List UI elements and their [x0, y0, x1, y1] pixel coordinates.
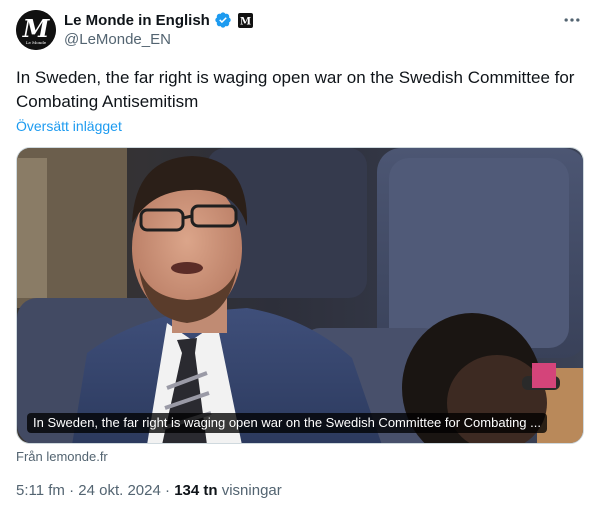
tweet-text: In Sweden, the far right is waging open …: [16, 68, 575, 111]
more-options-button[interactable]: [560, 8, 584, 32]
meta-separator: ·: [69, 482, 75, 499]
tweet-date[interactable]: 24 okt. 2024: [78, 482, 161, 499]
tweet-meta: 5:11 fm · 24 okt. 2024 · 134 tn visninga…: [16, 482, 282, 499]
card-caption: In Sweden, the far right is waging open …: [27, 413, 547, 433]
views-count: 134 tn: [174, 482, 218, 499]
avatar-letter: M: [22, 14, 51, 43]
svg-text:M: M: [240, 16, 251, 26]
verified-badge-icon[interactable]: [214, 11, 232, 29]
tweet-time[interactable]: 5:11 fm: [16, 482, 65, 499]
tweet: M Le Monde Le Monde in English M @LeMond…: [0, 0, 600, 506]
translate-post-link[interactable]: Översätt inlägget: [16, 118, 122, 134]
author-handle[interactable]: @LeMonde_EN: [64, 31, 171, 48]
article-photo: [17, 148, 583, 443]
le-monde-logo-icon: M Le Monde: [16, 10, 56, 50]
meta-separator: ·: [165, 482, 171, 499]
author-display-name[interactable]: Le Monde in English: [64, 12, 210, 29]
le-monde-affiliate-badge-icon[interactable]: M: [237, 12, 253, 28]
views-label: visningar: [221, 482, 282, 499]
avatar-caption: Le Monde: [26, 40, 47, 45]
card-source-link[interactable]: Från lemonde.fr: [16, 449, 108, 464]
avatar[interactable]: M Le Monde: [16, 10, 56, 50]
author-name-row: Le Monde in English M: [64, 10, 253, 30]
link-preview-card[interactable]: In Sweden, the far right is waging open …: [16, 147, 584, 444]
more-horizontal-icon: [564, 18, 580, 22]
